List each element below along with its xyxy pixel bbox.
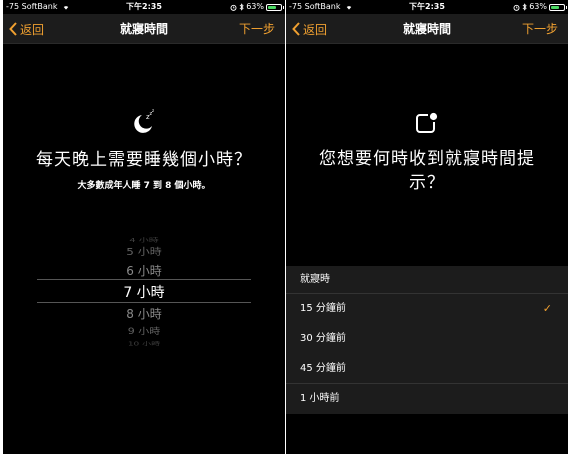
bluetooth-icon [522, 3, 527, 11]
picker-selection-bottom-line [37, 302, 251, 303]
battery-percent: 63% [529, 2, 547, 11]
battery-percent: 63% [246, 2, 264, 11]
picker-item-selected[interactable]: 7 小時 [37, 282, 251, 302]
chevron-left-icon [292, 22, 300, 36]
picker-item[interactable]: 9 小時 [37, 325, 251, 338]
option-label: 45 分鐘前 [300, 363, 346, 374]
navigation-bar: 返回 就寢時間 下一步 [3, 14, 285, 44]
picker-item[interactable]: 10 小時 [37, 340, 251, 348]
picker-item[interactable]: 8 小時 [37, 305, 251, 322]
option-1-hour[interactable]: 1 小時前 [286, 384, 568, 414]
battery-icon [266, 3, 284, 11]
checkmark-icon: ✓ [542, 302, 552, 315]
option-45-minutes[interactable]: 45 分鐘前 [286, 354, 568, 384]
alarm-icon [230, 4, 237, 11]
next-button[interactable]: 下一步 [239, 14, 275, 44]
battery-icon [549, 3, 567, 11]
status-right: 63% [513, 0, 567, 14]
option-label: 15 分鐘前 [300, 303, 346, 314]
option-30-minutes[interactable]: 30 分鐘前 [286, 324, 568, 354]
picker-item[interactable]: 5 小時 [37, 245, 251, 259]
navigation-bar: 返回 就寢時間 下一步 [286, 14, 568, 44]
sleep-moon-icon: z z z [134, 108, 154, 133]
picker-selection-top-line [37, 279, 251, 280]
hours-picker[interactable]: 4 小時 5 小時 6 小時 7 小時 8 小時 9 小時 10 小時 [37, 232, 251, 350]
bluetooth-icon [239, 3, 244, 11]
subheading: 大多數成年人睡 7 到 8 個小時。 [77, 181, 211, 191]
back-label: 返回 [303, 22, 328, 37]
picker-item[interactable]: 4 小時 [37, 235, 251, 244]
heading: 您想要何時收到就寢時間提示？ [319, 149, 535, 193]
back-label: 返回 [20, 22, 45, 37]
reminder-options-list: 就寢時 15 分鐘前 ✓ 30 分鐘前 45 分鐘前 1 小時前 [286, 266, 568, 414]
status-right: 63% [230, 0, 284, 14]
chevron-left-icon [9, 22, 17, 36]
svg-text:z: z [152, 108, 154, 113]
list-header: 就寢時 [286, 266, 568, 294]
option-label: 1 小時前 [300, 393, 340, 404]
option-15-minutes[interactable]: 15 分鐘前 ✓ [286, 294, 568, 324]
picker-item[interactable]: 6 小時 [37, 262, 251, 279]
status-bar: -75 SoftBank 下午2:35 63% [3, 0, 285, 14]
heading: 每天晚上需要睡幾個小時？ [36, 150, 252, 170]
status-bar: -75 SoftBank 下午2:35 63% [286, 0, 568, 14]
next-button[interactable]: 下一步 [522, 14, 558, 44]
option-label: 30 分鐘前 [300, 333, 346, 344]
back-button[interactable]: 返回 [292, 14, 327, 44]
sleep-duration-screen: -75 SoftBank 下午2:35 63% 返回 就寢時間 下一步 z z … [3, 0, 285, 454]
alarm-icon [513, 4, 520, 11]
bedtime-reminder-screen: -75 SoftBank 下午2:35 63% 返回 就寢時間 下一步 您想要何… [286, 0, 568, 454]
back-button[interactable]: 返回 [9, 14, 44, 44]
notification-icon [416, 112, 438, 133]
